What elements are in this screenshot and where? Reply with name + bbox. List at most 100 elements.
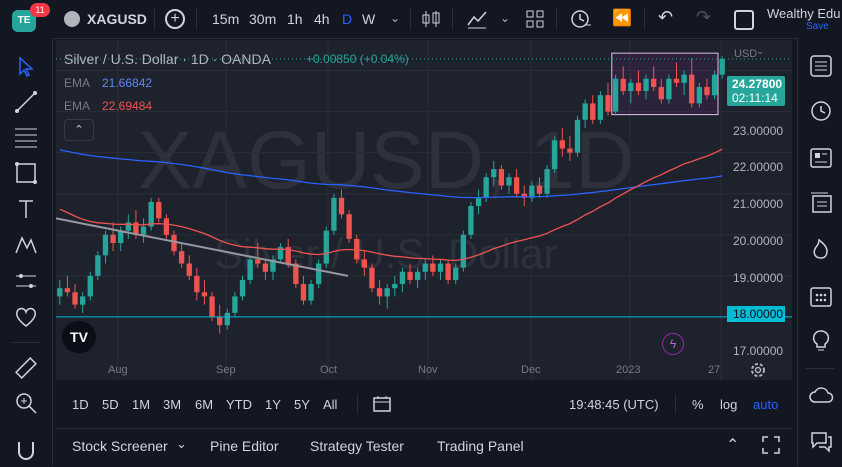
fullscreen-window-icon[interactable] xyxy=(734,10,754,30)
data-window-icon[interactable] xyxy=(808,190,834,216)
interval-d[interactable]: D xyxy=(342,11,352,27)
news-icon[interactable] xyxy=(808,145,834,171)
tradingview-logo[interactable]: TV xyxy=(62,321,96,353)
chevron-down-icon[interactable]: ⌄ xyxy=(176,436,187,452)
candles-chart-type-icon[interactable] xyxy=(421,9,441,29)
candle-body xyxy=(536,185,543,194)
rectangle-shape-icon[interactable] xyxy=(13,160,39,186)
separator xyxy=(675,394,676,414)
candle-body xyxy=(323,230,329,264)
alert-clock-icon[interactable] xyxy=(570,8,592,30)
layout-grid-icon[interactable] xyxy=(526,10,544,28)
zoom-in-icon[interactable] xyxy=(13,390,39,416)
range-5d[interactable]: 5D xyxy=(102,397,119,412)
chevron-down-icon[interactable]: ⌄ xyxy=(756,46,764,57)
candle-body xyxy=(384,288,390,297)
tab-pine-editor[interactable]: Pine Editor xyxy=(210,438,278,454)
auto-toggle[interactable]: auto xyxy=(753,397,778,412)
range-1m[interactable]: 1M xyxy=(132,397,150,412)
ideas-lightbulb-icon[interactable] xyxy=(808,328,834,354)
hotlist-fire-icon[interactable] xyxy=(808,235,834,261)
tab-trading-panel[interactable]: Trading Panel xyxy=(437,438,524,454)
candle-body xyxy=(140,226,147,235)
text-tool-icon[interactable] xyxy=(13,196,39,222)
range-1d[interactable]: 1D xyxy=(72,397,89,412)
candle-body xyxy=(567,148,573,153)
interval-w[interactable]: W xyxy=(362,11,375,27)
collapse-legend-button[interactable]: ⌃ xyxy=(64,119,94,141)
percent-toggle[interactable]: % xyxy=(692,397,704,412)
range-all[interactable]: All xyxy=(323,397,337,412)
candle-body xyxy=(559,140,565,149)
maximize-panel-icon[interactable] xyxy=(762,436,780,454)
candle-body xyxy=(445,263,451,280)
range-1y[interactable]: 1Y xyxy=(265,397,281,412)
interval-1h[interactable]: 1h xyxy=(287,11,303,27)
ema-fast-label[interactable]: EMA xyxy=(64,76,90,90)
range-3m[interactable]: 3M xyxy=(163,397,181,412)
candle-body xyxy=(87,275,93,297)
time-tick: Sep xyxy=(216,364,236,376)
interval-4h[interactable]: 4h xyxy=(314,11,330,27)
streams-cloud-icon[interactable] xyxy=(808,383,834,409)
interval-30m[interactable]: 30m xyxy=(249,11,276,27)
candle-body xyxy=(597,95,604,120)
lightning-promo-icon[interactable]: ϟ xyxy=(662,333,684,355)
ruler-icon[interactable] xyxy=(13,355,39,381)
candle-body xyxy=(658,86,664,100)
log-toggle[interactable]: log xyxy=(720,397,737,412)
undo-icon[interactable]: ↶ xyxy=(658,7,673,28)
symbol-name[interactable]: XAGUSD xyxy=(87,11,147,27)
cursor-icon[interactable] xyxy=(13,54,39,80)
candle-body xyxy=(316,263,322,285)
separator xyxy=(806,368,834,369)
redo-icon[interactable]: ↷ xyxy=(696,7,711,28)
candle-body xyxy=(704,86,710,96)
compare-add-icon[interactable]: + xyxy=(165,9,185,29)
candle-body xyxy=(475,197,482,207)
interval-15m[interactable]: 15m xyxy=(212,11,239,27)
candle-body xyxy=(414,271,421,280)
save-label[interactable]: Save xyxy=(806,21,829,32)
alarm-clock-icon[interactable] xyxy=(808,97,834,123)
watchlist-icon[interactable] xyxy=(808,53,834,79)
price-tick: 22.00000 xyxy=(733,160,784,174)
chevron-down-icon[interactable]: ⌄ xyxy=(500,11,510,25)
prediction-icon[interactable] xyxy=(13,268,39,294)
currency-label[interactable]: USD xyxy=(734,48,757,60)
ema-slow-label[interactable]: EMA xyxy=(64,99,90,113)
utc-clock[interactable]: 19:48:45 (UTC) xyxy=(569,397,659,412)
replay-icon[interactable]: ⏪ xyxy=(612,8,632,28)
candle-body xyxy=(171,234,177,252)
calendar-icon[interactable] xyxy=(808,283,834,309)
symbol-search-icon[interactable] xyxy=(64,11,80,27)
heart-favorites-icon[interactable] xyxy=(13,304,39,330)
indicators-icon[interactable] xyxy=(466,9,488,29)
tab-stock-screener[interactable]: Stock Screener xyxy=(72,438,168,454)
trend-line-icon[interactable] xyxy=(13,89,39,115)
chats-icon[interactable] xyxy=(808,428,834,454)
candle-body xyxy=(605,95,611,112)
candle-body xyxy=(72,292,78,305)
pattern-icon[interactable] xyxy=(13,232,39,258)
magnet-icon[interactable] xyxy=(13,438,39,464)
price-chart[interactable]: XAGUSD, 1D Silver / U.S. Dollar xyxy=(56,40,792,380)
range-5y[interactable]: 5Y xyxy=(294,397,310,412)
range-6m[interactable]: 6M xyxy=(195,397,213,412)
candle-body xyxy=(217,316,223,326)
candle-body xyxy=(346,214,352,239)
chart-settings-gear-icon[interactable] xyxy=(748,360,768,380)
chevron-down-icon[interactable]: ⌄ xyxy=(390,11,400,25)
chevron-up-icon[interactable]: ⌃ xyxy=(726,435,739,455)
candle-body xyxy=(194,275,200,293)
chart-pane[interactable]: XAGUSD, 1D Silver / U.S. Dollar xyxy=(56,40,792,380)
layout-name[interactable]: Wealthy Edu xyxy=(767,6,842,21)
fib-retracement-icon[interactable] xyxy=(13,124,39,150)
candle-body xyxy=(673,78,680,83)
goto-date-icon[interactable] xyxy=(372,395,392,413)
range-ytd[interactable]: YTD xyxy=(226,397,252,412)
candle-body xyxy=(178,251,185,264)
tab-strategy-tester[interactable]: Strategy Tester xyxy=(310,438,404,454)
legend-title[interactable]: Silver / U.S. Dollar · 1D · OANDA xyxy=(64,51,271,67)
bar-countdown: 02:11:14 xyxy=(732,91,778,105)
